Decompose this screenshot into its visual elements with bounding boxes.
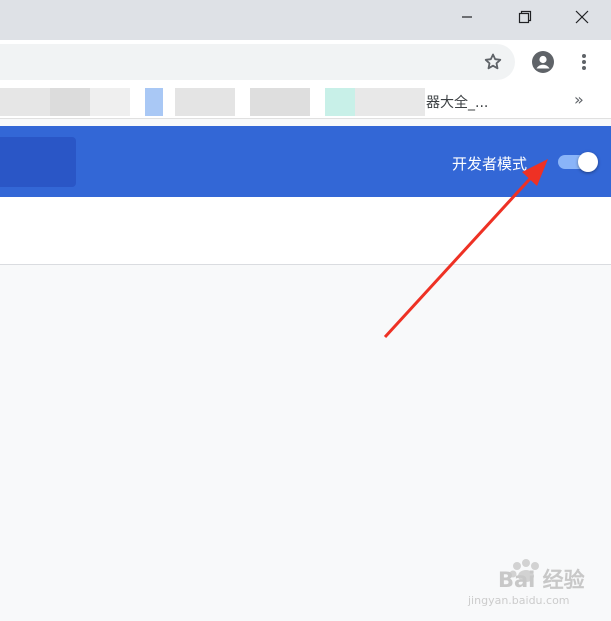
watermark-url: jingyan.baidu.com bbox=[468, 594, 570, 607]
browser-menu-button[interactable] bbox=[574, 50, 594, 74]
blurred-bookmark[interactable] bbox=[0, 88, 50, 116]
bookmarks-bar bbox=[0, 86, 611, 118]
search-field[interactable] bbox=[0, 137, 76, 187]
window-titlebar bbox=[0, 0, 611, 40]
close-window-button[interactable] bbox=[559, 0, 605, 34]
blurred-bookmark[interactable] bbox=[175, 88, 235, 116]
toolbar-divider bbox=[0, 118, 611, 119]
browser-toolbar bbox=[0, 40, 611, 86]
developer-mode-toggle[interactable] bbox=[556, 152, 598, 172]
profile-icon bbox=[532, 51, 554, 73]
profile-button[interactable] bbox=[531, 50, 555, 74]
toggle-knob bbox=[578, 152, 598, 172]
address-bar[interactable] bbox=[0, 44, 515, 80]
kebab-menu-icon bbox=[582, 54, 586, 70]
blurred-bookmark[interactable] bbox=[90, 88, 130, 116]
watermark-brand: Bai 经验 bbox=[498, 568, 585, 592]
restore-button[interactable] bbox=[502, 0, 548, 34]
star-icon bbox=[484, 53, 502, 70]
minimize-icon bbox=[462, 16, 472, 18]
minimize-button[interactable] bbox=[444, 0, 490, 34]
close-icon bbox=[575, 10, 589, 24]
bookmarks-overflow-button[interactable]: » bbox=[574, 90, 584, 109]
extensions-subtoolbar bbox=[0, 197, 611, 265]
blurred-bookmark[interactable] bbox=[50, 88, 90, 116]
bookmark-label-partial[interactable]: 器大全_... bbox=[426, 92, 488, 112]
blurred-bookmark[interactable] bbox=[325, 88, 355, 116]
blurred-bookmark[interactable] bbox=[145, 88, 163, 116]
restore-icon bbox=[518, 10, 532, 24]
developer-mode-label: 开发者模式 bbox=[452, 155, 528, 173]
blurred-bookmark[interactable] bbox=[355, 88, 425, 116]
bookmark-star-button[interactable] bbox=[481, 50, 505, 74]
blurred-bookmark[interactable] bbox=[250, 88, 310, 116]
